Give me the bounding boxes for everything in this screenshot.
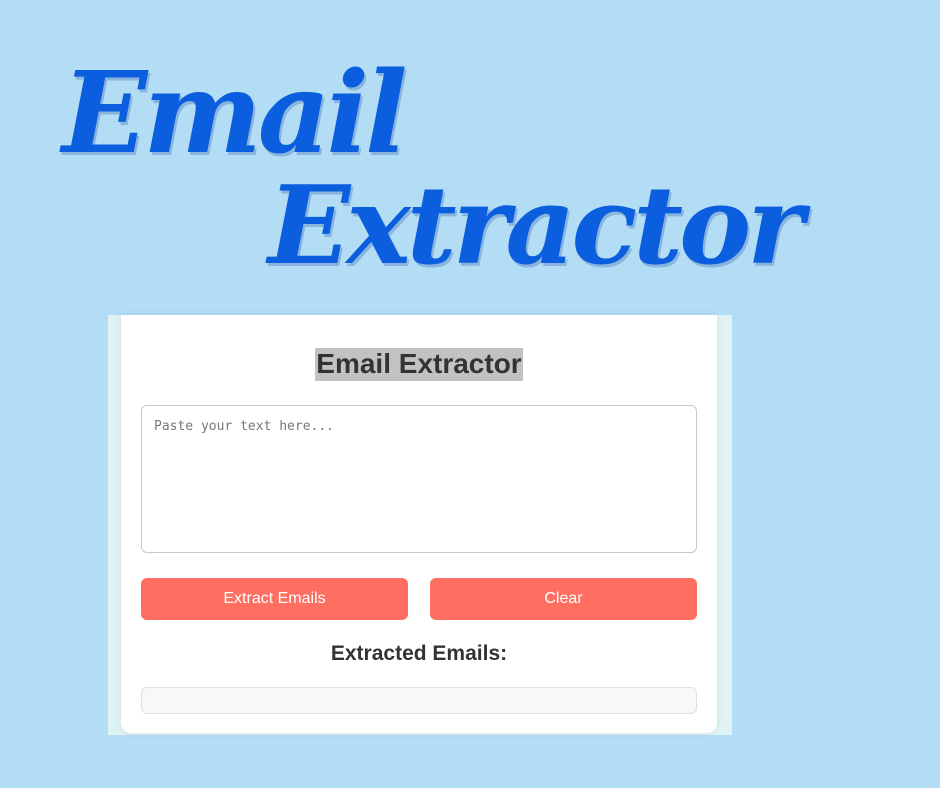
extractor-card: Email Extractor Extract Emails Clear Ext… [121, 315, 717, 733]
app-screenshot-frame: Email Extractor Extract Emails Clear Ext… [108, 315, 732, 735]
page-title-text: Email Extractor [315, 348, 523, 381]
banner-title-line-1: Email [62, 48, 408, 179]
extract-emails-button[interactable]: Extract Emails [141, 578, 408, 620]
clear-button[interactable]: Clear [430, 578, 697, 620]
results-output [141, 687, 697, 714]
page-title: Email Extractor [121, 348, 717, 381]
banner-title-line-2: Extractor [268, 163, 804, 289]
text-input[interactable] [141, 405, 697, 553]
results-heading: Extracted Emails: [330, 642, 508, 665]
